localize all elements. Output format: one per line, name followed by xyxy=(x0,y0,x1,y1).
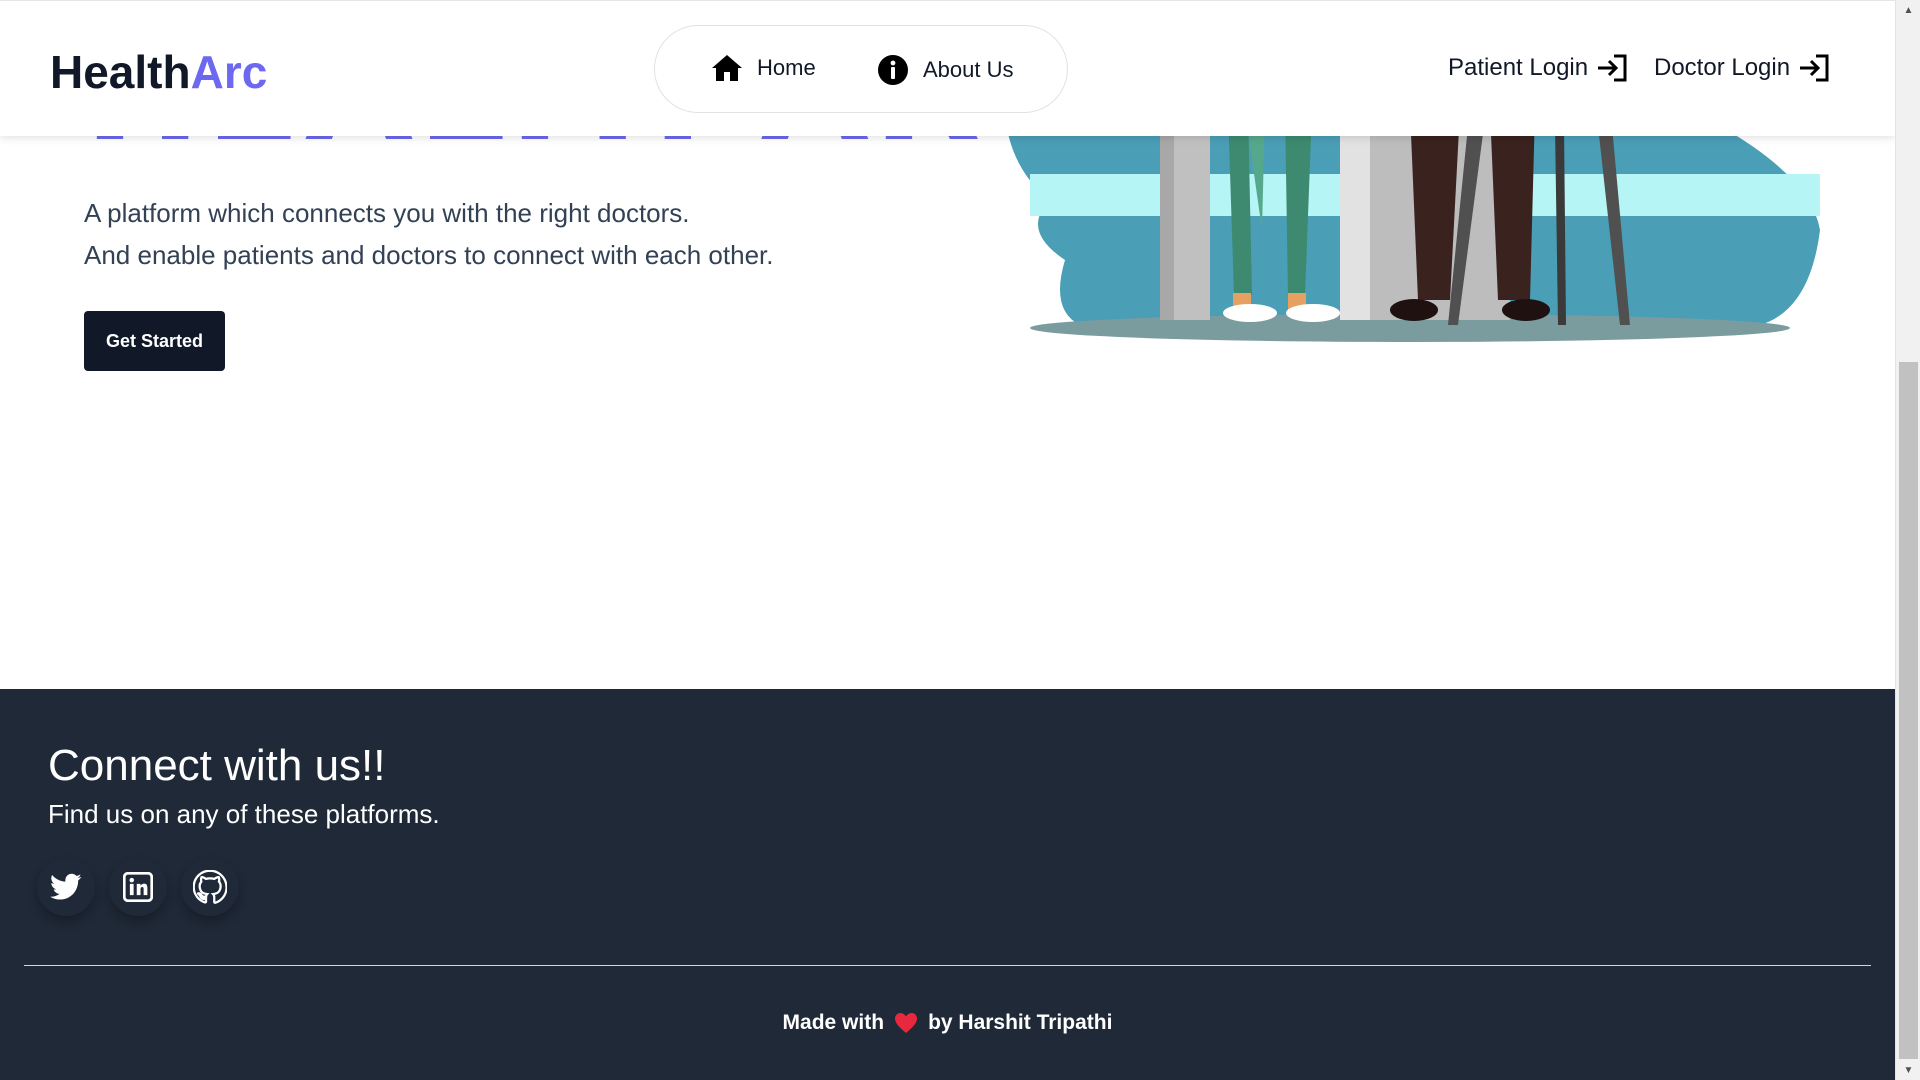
nav-home[interactable]: Home xyxy=(711,54,816,82)
doctor-login-link[interactable]: Doctor Login xyxy=(1654,53,1830,83)
twitter-icon xyxy=(50,873,82,900)
hero-description-line-2: And enable patients and doctors to conne… xyxy=(84,240,774,270)
vertical-scrollbar[interactable]: ▲ ▼ xyxy=(1895,0,1920,1080)
linkedin-link[interactable] xyxy=(109,858,167,916)
nav-about-us[interactable]: About Us xyxy=(877,54,1014,86)
login-icon xyxy=(1598,54,1627,82)
scroll-down-arrow-icon[interactable]: ▼ xyxy=(1896,1060,1920,1080)
info-icon xyxy=(878,55,908,85)
main-nav: Home About Us xyxy=(654,25,1068,113)
footer-divider xyxy=(24,965,1871,966)
heart-icon xyxy=(895,1013,918,1033)
github-link[interactable] xyxy=(181,858,239,916)
patient-login-link[interactable]: Patient Login xyxy=(1448,53,1628,83)
footer-title: Connect with us!! xyxy=(48,741,386,790)
get-started-button[interactable]: Get Started xyxy=(84,311,225,371)
footer: Connect with us!! Find us on any of thes… xyxy=(0,689,1895,1080)
brand-logo[interactable]: HealthArc xyxy=(50,45,267,99)
footer-subtitle: Find us on any of these platforms. xyxy=(48,799,440,829)
footer-credit: Made with by Harshit Tripathi xyxy=(782,1011,1113,1034)
scrollbar-thumb[interactable] xyxy=(1899,362,1918,1059)
login-icon xyxy=(1800,54,1829,82)
hero-description-line-1: A platform which connects you with the r… xyxy=(84,198,690,228)
github-icon xyxy=(193,870,227,904)
top-navbar: HealthArc Home About Us Patient Login Do… xyxy=(0,0,1895,136)
page: HEALTH ARC A platform which connects you… xyxy=(0,0,1895,1080)
scroll-up-arrow-icon[interactable]: ▲ xyxy=(1896,0,1920,20)
linkedin-icon xyxy=(123,872,153,902)
doctor-patient-illustration xyxy=(1004,110,1820,342)
home-icon xyxy=(712,55,742,81)
twitter-link[interactable] xyxy=(37,858,95,916)
